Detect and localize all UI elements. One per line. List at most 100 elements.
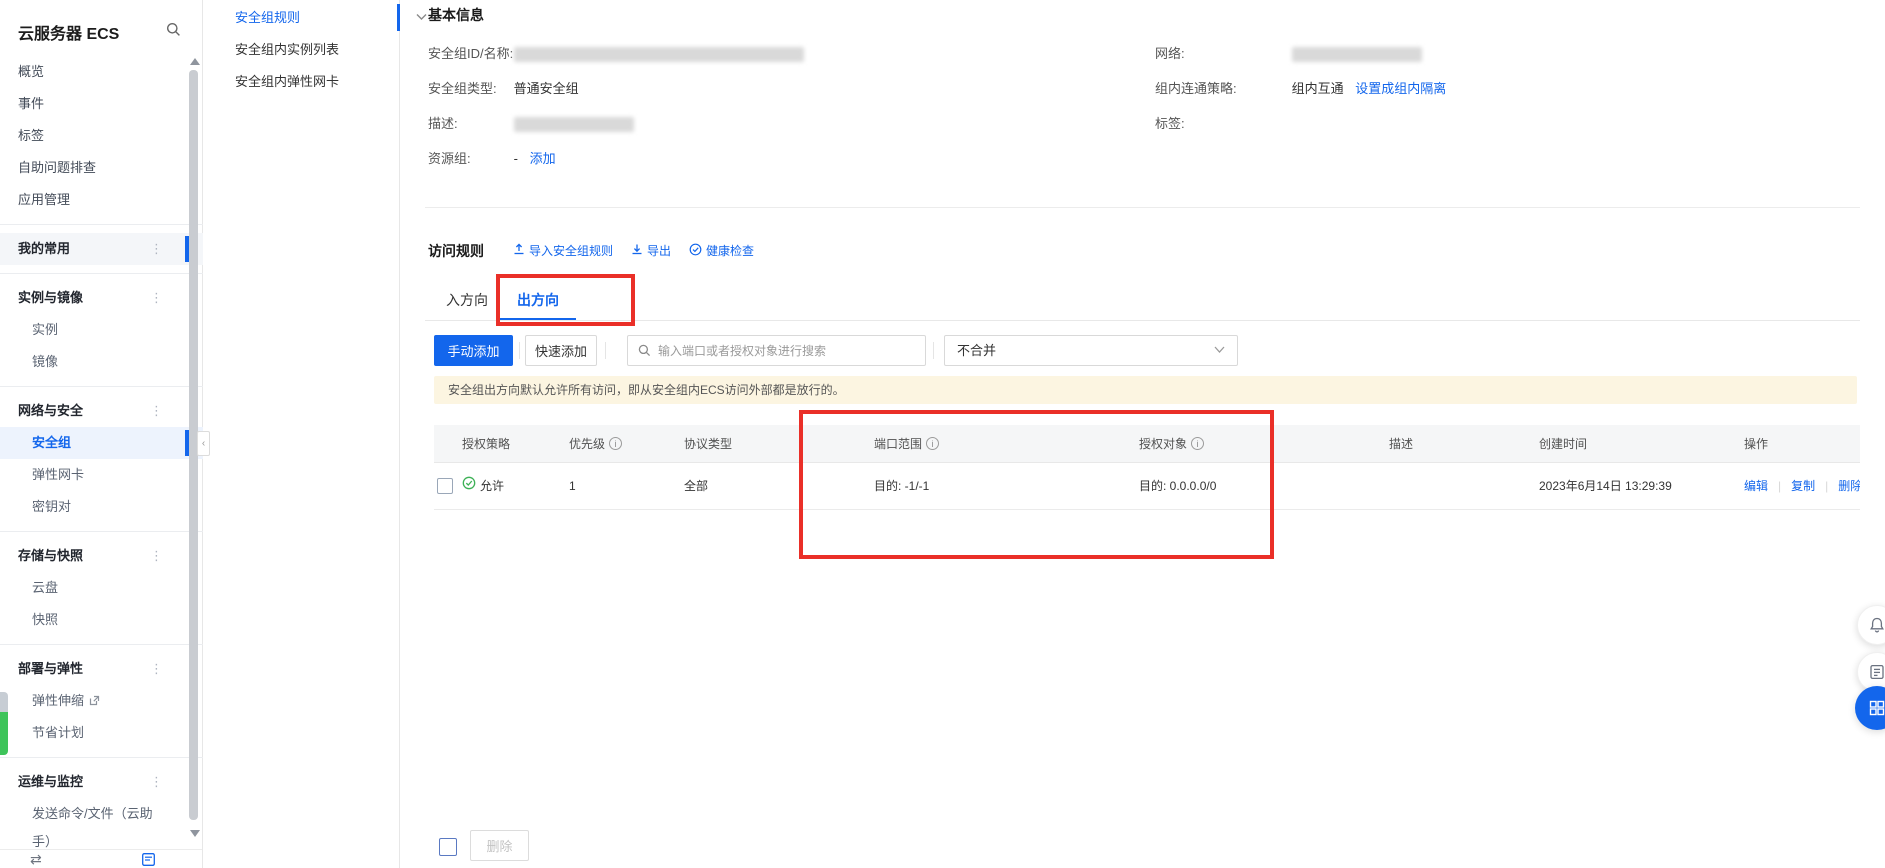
subnav-item-security-group-rules[interactable]: 安全组规则 — [204, 2, 399, 34]
select-all-checkbox[interactable] — [439, 838, 457, 856]
divider — [933, 342, 934, 359]
rule-actions: 导入安全组规则 导出 健康检查 — [513, 242, 754, 259]
rules-table: 授权策略 优先级i 协议类型 端口范围i 授权对象i 描述 创建时间 操作 允许… — [434, 425, 1860, 510]
column-label: 创建时间 — [1539, 425, 1587, 462]
created-at-value: 2023年6月14日 13:29:39 — [1539, 463, 1672, 509]
field-sg-type: 安全组类型: 普通安全组 — [428, 80, 579, 98]
column-label: 描述 — [1389, 425, 1413, 462]
scrollbar-down-arrow[interactable] — [190, 830, 200, 837]
cell-created-at: 2023年6月14日 13:29:39 — [1539, 463, 1744, 509]
check-circle-icon — [462, 463, 476, 509]
divider — [425, 207, 1860, 208]
set-isolation-link[interactable]: 设置成组内隔离 — [1355, 81, 1446, 96]
field-label: 标签: — [1155, 115, 1288, 133]
cell-actions: 编辑|复制|删除 — [1744, 463, 1860, 509]
merge-mode-select[interactable]: 不合并 — [944, 335, 1238, 366]
divider — [0, 644, 203, 645]
sidebar-group-instances-images[interactable]: 实例与镜像 ⋮ — [0, 282, 203, 314]
sidebar-group-favorites[interactable]: 我的常用 ⋮ — [0, 233, 203, 265]
redacted-value — [514, 117, 634, 132]
info-icon[interactable]: i — [926, 437, 939, 450]
header-priority: 优先级 i — [569, 425, 684, 462]
form-icon — [1868, 663, 1885, 681]
search-icon[interactable] — [166, 22, 182, 38]
export-rules-link[interactable]: 导出 — [631, 242, 671, 259]
sidebar-item-label: 云盘 — [32, 580, 58, 595]
delete-rule-link[interactable]: 删除 — [1838, 463, 1860, 509]
sidebar-item-key-pairs[interactable]: 密钥对 — [0, 491, 203, 523]
bell-icon — [1868, 616, 1885, 634]
sidebar-item-tags[interactable]: 标签 — [0, 120, 203, 152]
sidebar-item-events[interactable]: 事件 — [0, 88, 203, 120]
sidebar-item-label: 密钥对 — [32, 499, 71, 514]
chevron-down-icon[interactable] — [416, 9, 427, 24]
sidebar-group-deployment-elasticity[interactable]: 部署与弹性 ⋮ — [0, 653, 203, 685]
sidebar-item-instances[interactable]: 实例 — [0, 314, 203, 346]
info-icon[interactable]: i — [1191, 437, 1204, 450]
field-intra-group-policy: 组内连通策略: 组内互通 设置成组内隔离 — [1155, 80, 1446, 98]
sidebar-group-label: 部署与弹性 — [18, 661, 83, 676]
app-title: 云服务器 ECS — [18, 20, 119, 44]
info-icon[interactable]: i — [609, 437, 622, 450]
sidebar-item-label: 发送命令/文件（云助 — [32, 806, 153, 821]
field-description: 描述: — [428, 115, 634, 133]
subnav-item-enis-in-group[interactable]: 安全组内弹性网卡 — [204, 66, 399, 98]
edge-tag-bottom — [0, 712, 8, 755]
rules-toolbar: 手动添加 快速添加 不合并 — [400, 335, 1885, 366]
quick-add-button[interactable]: 快速添加 — [525, 335, 597, 366]
sidebar-item-savings-plans[interactable]: 节省计划 — [0, 717, 203, 749]
subnav-item-instances-in-group[interactable]: 安全组内实例列表 — [204, 34, 399, 66]
sidebar-group-label: 我的常用 — [18, 241, 70, 256]
redacted-value — [1292, 47, 1422, 62]
field-label: 网络: — [1155, 45, 1288, 63]
column-label: 优先级 — [569, 425, 605, 462]
scrollbar-up-arrow[interactable] — [190, 58, 200, 65]
kebab-menu-icon[interactable]: ⋮ — [150, 766, 163, 798]
sidebar-item-images[interactable]: 镜像 — [0, 346, 203, 378]
divider: | — [1825, 463, 1828, 509]
kebab-menu-icon[interactable]: ⋮ — [150, 540, 163, 572]
health-check-link[interactable]: 健康检查 — [689, 242, 754, 259]
cell-protocol: 全部 — [684, 463, 874, 509]
sidebar-item-security-groups[interactable]: 安全组 — [0, 427, 203, 459]
row-checkbox[interactable] — [437, 478, 453, 494]
kebab-menu-icon[interactable]: ⋮ — [150, 395, 163, 427]
manual-add-button[interactable]: 手动添加 — [434, 335, 513, 366]
sidebar-item-troubleshoot[interactable]: 自助问题排查 — [0, 152, 203, 184]
kebab-menu-icon[interactable]: ⋮ — [150, 653, 163, 685]
divider — [425, 320, 1860, 321]
edit-rule-link[interactable]: 编辑 — [1744, 463, 1768, 509]
field-network: 网络: — [1155, 45, 1422, 63]
import-rules-link[interactable]: 导入安全组规则 — [513, 242, 613, 259]
kebab-menu-icon[interactable]: ⋮ — [150, 233, 163, 265]
sidebar-item-snapshots[interactable]: 快照 — [0, 604, 203, 636]
sidebar-item-auto-scaling[interactable]: 弹性伸缩 — [0, 685, 203, 717]
feedback-edge-tag[interactable] — [0, 692, 8, 755]
sidebar-item-enis[interactable]: 弹性网卡 — [0, 459, 203, 491]
kebab-menu-icon[interactable]: ⋮ — [150, 282, 163, 314]
priority-value: 1 — [569, 463, 576, 509]
sidebar-item-send-command[interactable]: 发送命令/文件（云助 — [0, 798, 203, 830]
sidebar-item-disks[interactable]: 云盘 — [0, 572, 203, 604]
sidebar-item-app-management[interactable]: 应用管理 — [0, 184, 203, 216]
sidebar-item-overview[interactable]: 概览 — [0, 56, 203, 88]
header-policy: 授权策略 — [462, 425, 569, 462]
field-sg-id-name: 安全组ID/名称: — [428, 45, 804, 63]
sidebar-item-label: 应用管理 — [18, 192, 70, 207]
sidebar-item-label: 事件 — [18, 96, 44, 111]
sidebar-group-network-security[interactable]: 网络与安全 ⋮ — [0, 395, 203, 427]
panel-list-icon[interactable] — [142, 853, 155, 868]
copy-rule-link[interactable]: 复制 — [1791, 463, 1815, 509]
sidebar-item-label: 快照 — [32, 612, 58, 627]
tab-inbound[interactable]: 入方向 — [434, 283, 500, 321]
bulk-delete-button[interactable]: 删除 — [470, 830, 529, 861]
switch-view-icon[interactable]: ⇄ — [30, 851, 42, 868]
sidebar-group-ops-monitoring[interactable]: 运维与监控 ⋮ — [0, 766, 203, 798]
add-resource-group-link[interactable]: 添加 — [530, 151, 556, 166]
tab-outbound[interactable]: 出方向 — [500, 283, 576, 321]
sidebar-collapse-handle[interactable]: ‹ — [197, 431, 210, 456]
field-label: 安全组类型: — [428, 80, 510, 98]
sidebar-group-storage-snapshots[interactable]: 存储与快照 ⋮ — [0, 540, 203, 572]
rules-search-input[interactable] — [658, 337, 918, 364]
upload-icon — [513, 243, 525, 258]
